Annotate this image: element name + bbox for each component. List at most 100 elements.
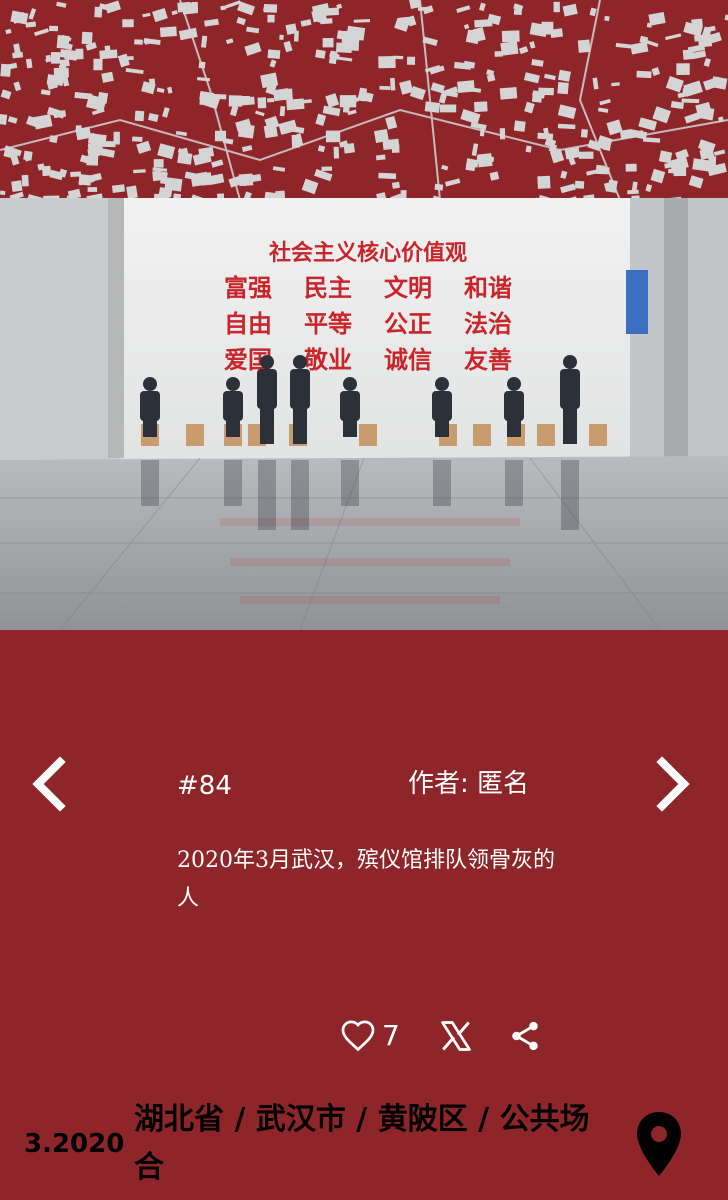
map-building — [47, 77, 59, 85]
person-legs — [293, 408, 307, 444]
stool — [589, 424, 607, 446]
map-building — [346, 25, 366, 41]
map-building — [537, 175, 551, 189]
person-head — [293, 355, 307, 369]
person-body — [257, 369, 277, 409]
map-building — [267, 14, 275, 23]
heart-outline-icon — [341, 1020, 375, 1052]
person-body — [504, 391, 524, 421]
map-building — [439, 104, 457, 113]
map-building — [407, 56, 416, 65]
location-pin-button[interactable] — [634, 1110, 684, 1178]
map-building — [673, 165, 687, 177]
author-name: 匿名 — [477, 769, 530, 799]
map-building — [557, 69, 571, 82]
person-reflection — [433, 460, 451, 506]
map-building — [378, 172, 397, 180]
map-building — [272, 88, 290, 102]
map-building — [228, 95, 243, 107]
map-building — [513, 9, 522, 15]
map-building — [321, 166, 333, 171]
map-building — [339, 95, 357, 108]
like-count: 7 — [382, 1019, 400, 1052]
map-building — [343, 143, 355, 154]
map-building — [397, 16, 410, 27]
map-building — [322, 38, 334, 48]
share-on-x-button[interactable] — [438, 1014, 474, 1058]
like-button[interactable]: 7 — [340, 1014, 400, 1058]
wall-slogan-word: 和谐 — [464, 274, 512, 302]
map-building — [636, 70, 652, 79]
wall-slogan-word: 敬业 — [303, 346, 352, 374]
wall-slogan-word: 民主 — [304, 274, 352, 302]
map-building — [134, 39, 143, 45]
chevron-left-icon — [32, 756, 66, 812]
wall-sign — [626, 270, 648, 334]
map-building — [391, 181, 400, 189]
share-button[interactable] — [508, 1014, 542, 1058]
map-building — [557, 123, 576, 130]
map-building — [378, 55, 396, 69]
entry-photo: 社会主义核心价值观 富强 民主 文明 和谐 自由 平等 公正 法治 爱国 敬业 诚信 友善 — [0, 198, 728, 630]
map-building — [375, 154, 386, 161]
map-building — [70, 171, 82, 177]
map-building — [577, 39, 591, 53]
chevron-right-icon — [656, 756, 690, 812]
wall-slogan-word: 公正 — [384, 310, 432, 338]
map-building — [122, 19, 134, 28]
person-body — [290, 369, 310, 409]
map-building — [152, 170, 163, 182]
map-pin-icon — [637, 1112, 681, 1176]
map-building — [646, 22, 653, 28]
person-legs — [435, 419, 449, 437]
person-head — [563, 355, 577, 369]
map-building — [550, 28, 563, 38]
map-building — [681, 98, 700, 104]
wall-slogan-word: 富强 — [224, 274, 272, 302]
wall-slogan-word: 法治 — [464, 310, 512, 338]
person-head — [435, 377, 449, 391]
map-building — [81, 31, 93, 45]
stool — [473, 424, 491, 446]
map-building — [75, 48, 84, 60]
map-building — [25, 21, 37, 28]
person-legs — [226, 419, 240, 437]
map-building — [494, 51, 503, 57]
next-entry-button[interactable] — [640, 752, 700, 816]
wall-slogan-word: 文明 — [384, 274, 432, 302]
person-reflection — [341, 460, 359, 506]
map-building — [56, 35, 70, 49]
map-building — [159, 26, 177, 38]
map-building — [335, 42, 353, 53]
map-building — [257, 97, 267, 109]
map-building — [12, 51, 24, 59]
wall-slogan-title: 社会主义核心价值观 — [269, 240, 467, 266]
person-reflection — [561, 460, 579, 530]
map-building — [11, 180, 23, 192]
map-building — [477, 153, 493, 168]
person-body — [560, 369, 580, 409]
person-head — [507, 377, 521, 391]
map-building — [104, 45, 111, 58]
map-building — [473, 101, 488, 113]
entry-caption: 2020年3月武汉，殡仪馆排队领骨灰的人 — [177, 848, 555, 911]
map-building — [658, 150, 673, 164]
person-reflection — [224, 460, 242, 506]
prev-entry-button[interactable] — [22, 752, 82, 816]
map-building — [499, 87, 518, 100]
map-building — [177, 152, 193, 165]
map-building — [293, 30, 299, 42]
map-building — [513, 120, 526, 132]
map-building — [625, 163, 637, 172]
map-building — [0, 114, 8, 125]
map-building — [164, 177, 183, 192]
person-reflection — [505, 460, 523, 506]
map-building — [604, 15, 610, 22]
map-building — [474, 19, 493, 28]
map-building — [676, 63, 690, 75]
entry-number: #84 — [177, 771, 232, 801]
author-label: 作者: — [408, 769, 469, 799]
person-head — [226, 377, 240, 391]
map-building — [199, 93, 205, 105]
map-building — [126, 185, 138, 199]
